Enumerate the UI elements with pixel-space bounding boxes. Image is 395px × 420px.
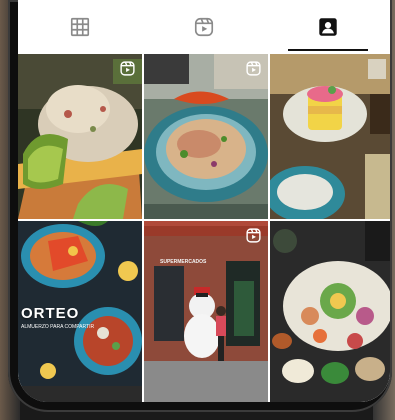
- reel-badge-icon: [245, 227, 262, 244]
- post-image: [18, 54, 142, 219]
- reel-badge-icon: [245, 60, 262, 77]
- tab-tagged[interactable]: [266, 0, 390, 54]
- post-ceviche-with-avocado[interactable]: [18, 54, 142, 219]
- post-subcaption: ALMUERZO PARA COMPARTIR: [21, 324, 95, 330]
- post-image: [144, 221, 268, 402]
- tab-reels[interactable]: [142, 0, 266, 54]
- post-causa-and-drinks[interactable]: [270, 54, 390, 219]
- post-ceviche-platters-with-logo[interactable]: ORTEO ALMUERZO PARA COMPARTIR: [18, 221, 142, 402]
- post-seafood-sharing-platter[interactable]: [270, 221, 390, 402]
- grid-icon: [70, 17, 90, 37]
- post-image: [270, 221, 390, 402]
- tab-grid[interactable]: [18, 0, 142, 54]
- post-caption: ORTEO: [21, 305, 80, 322]
- post-image: [270, 54, 390, 219]
- profile-tab-bar: [18, 0, 390, 54]
- post-ceviche-plate-with-peppers[interactable]: [144, 54, 268, 219]
- store-sign-text: SUPERMERCADOS: [160, 259, 207, 265]
- phone-screen: ORTEO ALMUERZO PARA COMPARTIR SUPERMERCA…: [18, 0, 390, 402]
- reel-badge-icon: [119, 60, 136, 77]
- reels-icon: [194, 17, 214, 37]
- tagged-person-icon: [319, 18, 337, 36]
- photo-frame: ORTEO ALMUERZO PARA COMPARTIR SUPERMERCA…: [0, 0, 395, 420]
- post-storefront-with-snowman[interactable]: SUPERMERCADOS: [144, 221, 268, 402]
- tagged-posts-grid: ORTEO ALMUERZO PARA COMPARTIR SUPERMERCA…: [18, 54, 390, 402]
- post-image: [144, 54, 268, 219]
- active-tab-indicator: [288, 49, 368, 51]
